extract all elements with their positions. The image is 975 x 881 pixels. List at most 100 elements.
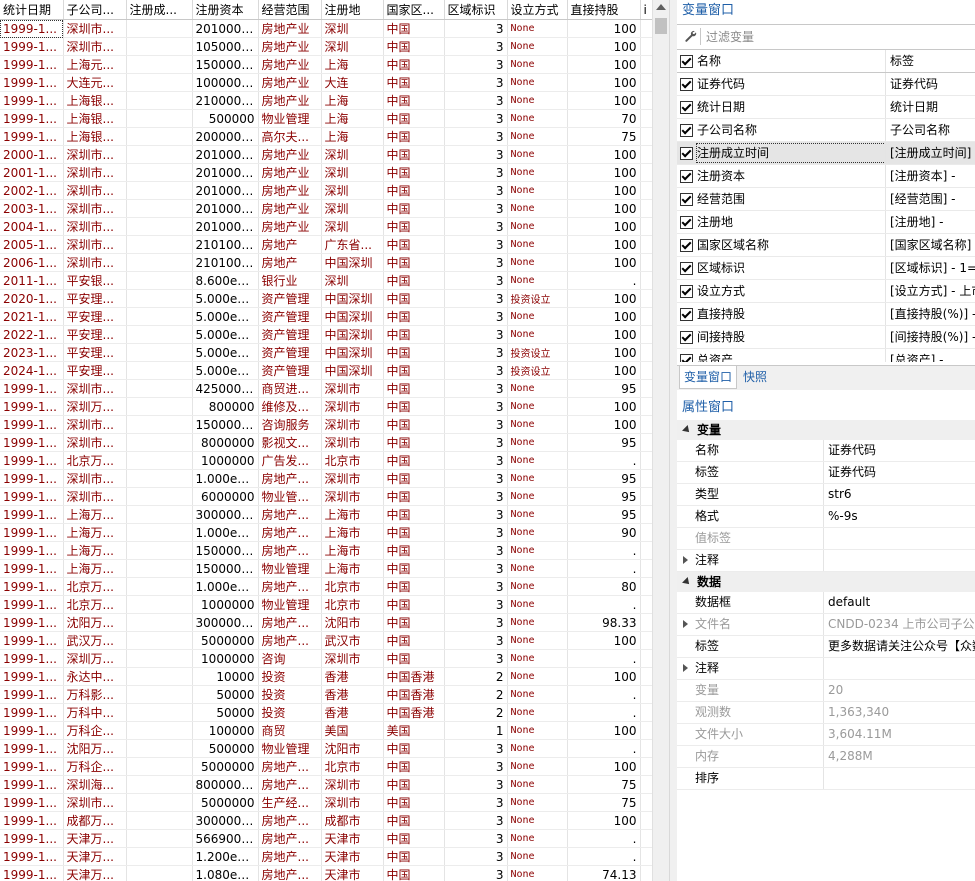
table-cell[interactable]: 中国深圳 (321, 325, 384, 344)
table-row[interactable]: 1999-1... 万科中... 50000 投资 香港 中国香港 2 None. (0, 703, 652, 722)
table-row[interactable]: 1999-1... 北京万... 1000000 广告发... 北京市 中国 3 None. (0, 451, 652, 470)
column-header[interactable]: 经营范围 (258, 0, 322, 20)
property-row[interactable]: 注释 (677, 658, 975, 680)
property-row[interactable]: 内存 4,288M (677, 746, 975, 768)
table-cell[interactable] (126, 379, 193, 398)
table-cell[interactable]: 房地产... (258, 505, 322, 524)
table-cell[interactable]: 上海银... (63, 109, 127, 128)
table-cell[interactable]: None (507, 73, 568, 92)
table-cell[interactable]: 中国香港 (383, 685, 445, 704)
table-cell[interactable] (126, 541, 193, 560)
table-cell[interactable]: 100 (567, 217, 641, 236)
table-cell[interactable] (126, 271, 193, 290)
table-cell[interactable]: 天津万... (63, 865, 127, 881)
table-cell[interactable]: 中国 (383, 505, 445, 524)
table-cell[interactable]: 房地产... (258, 757, 322, 776)
table-cell[interactable]: 深圳 (321, 181, 384, 200)
table-cell[interactable]: 3 (444, 631, 508, 650)
table-cell[interactable]: . (567, 829, 641, 848)
table-cell[interactable]: 100 (567, 667, 641, 686)
table-cell[interactable] (126, 649, 193, 668)
table-cell[interactable]: 上海 (321, 127, 384, 146)
table-cell[interactable]: 房地产... (258, 523, 322, 542)
table-cell[interactable]: 30000000 (192, 505, 259, 524)
table-cell[interactable]: 3 (444, 19, 508, 38)
table-cell[interactable] (126, 253, 193, 272)
property-value[interactable] (823, 550, 975, 571)
table-cell[interactable]: 生产经... (258, 793, 322, 812)
table-cell[interactable]: 3 (444, 415, 508, 434)
table-cell[interactable]: None (507, 487, 568, 506)
table-cell[interactable]: 3 (444, 379, 508, 398)
table-cell[interactable]: None (507, 145, 568, 164)
table-cell[interactable]: 1999-1... (0, 595, 64, 614)
table-cell[interactable]: None (507, 271, 568, 290)
table-cell[interactable]: 100 (567, 415, 641, 434)
table-cell[interactable]: 武汉万... (63, 631, 127, 650)
table-cell[interactable]: 100 (567, 307, 641, 326)
table-cell[interactable]: None (507, 649, 568, 668)
table-cell[interactable]: 成都市 (321, 811, 384, 830)
table-cell[interactable]: 万科影... (63, 685, 127, 704)
table-cell[interactable]: 中国 (383, 73, 445, 92)
scroll-thumb[interactable] (655, 18, 667, 34)
table-cell[interactable]: 中国深圳 (321, 289, 384, 308)
table-cell[interactable]: None (507, 775, 568, 794)
variable-checkbox[interactable] (680, 124, 693, 137)
table-cell[interactable]: 平安理... (63, 325, 127, 344)
table-cell[interactable]: 中国 (383, 451, 445, 470)
table-cell[interactable]: 北京万... (63, 595, 127, 614)
table-cell[interactable] (640, 685, 652, 704)
table-cell[interactable]: 2024-1... (0, 361, 64, 380)
table-cell[interactable] (126, 415, 193, 434)
table-cell[interactable]: 香港 (321, 667, 384, 686)
variable-checkbox[interactable] (680, 216, 693, 229)
table-cell[interactable]: 房地产... (258, 847, 322, 866)
table-cell[interactable]: 20100000 (192, 19, 259, 38)
property-value[interactable]: 3,604.11M (823, 724, 975, 745)
table-cell[interactable] (126, 811, 193, 830)
table-cell[interactable]: 中国 (383, 811, 445, 830)
table-cell[interactable]: 5000000 (192, 631, 259, 650)
table-cell[interactable]: 平安银... (63, 271, 127, 290)
table-cell[interactable]: 房地产业 (258, 217, 322, 236)
table-row[interactable]: 2021-1... 平安理... 5.000e+09 资产管理 中国深圳 中国 3 None 1… (0, 307, 652, 326)
table-cell[interactable]: None (507, 469, 568, 488)
table-cell[interactable] (640, 235, 652, 254)
section-data[interactable]: 数据 (677, 572, 975, 592)
table-cell[interactable]: None (507, 127, 568, 146)
table-cell[interactable]: 房地产业 (258, 91, 322, 110)
table-cell[interactable]: 1999-1... (0, 739, 64, 758)
table-cell[interactable] (640, 127, 652, 146)
table-cell[interactable]: None (507, 91, 568, 110)
table-cell[interactable]: 咨询 (258, 649, 322, 668)
table-row[interactable]: 2011-1... 平安银... 8.600e+09 银行业 深圳 中国 3 None. (0, 271, 652, 290)
table-cell[interactable]: 中国 (383, 631, 445, 650)
table-cell[interactable] (640, 721, 652, 740)
table-cell[interactable]: 万科中... (63, 703, 127, 722)
table-cell[interactable] (640, 865, 652, 881)
table-cell[interactable]: 1999-1... (0, 559, 64, 578)
variable-checkbox[interactable] (680, 262, 693, 275)
table-cell[interactable] (640, 793, 652, 812)
table-row[interactable]: 2022-1... 平安理... 5.000e+09 资产管理 中国深圳 中国 3 None 1… (0, 325, 652, 344)
table-cell[interactable]: 房地产... (258, 577, 322, 596)
table-cell[interactable]: 物业管理 (258, 739, 322, 758)
table-cell[interactable]: 1999-1... (0, 847, 64, 866)
table-row[interactable]: 2001-1... 深圳市... 20100000 房地产业 深圳 中国 3 None 100 (0, 163, 652, 182)
table-cell[interactable]: 100 (567, 181, 641, 200)
expand-arrow-icon[interactable] (683, 620, 688, 628)
table-cell[interactable] (640, 55, 652, 74)
variable-row[interactable]: 子公司名称 子公司名称 (677, 119, 975, 142)
table-cell[interactable]: 1.000e+08 (192, 577, 259, 596)
table-cell[interactable]: 6000000 (192, 487, 259, 506)
table-cell[interactable]: 3 (444, 613, 508, 632)
expand-arrow-icon[interactable] (683, 556, 688, 564)
table-cell[interactable]: 1999-1... (0, 775, 64, 794)
table-cell[interactable]: 中国 (383, 361, 445, 380)
table-cell[interactable] (640, 217, 652, 236)
table-cell[interactable]: 沈阳市 (321, 739, 384, 758)
table-cell[interactable] (640, 631, 652, 650)
table-cell[interactable]: 投资 (258, 667, 322, 686)
table-cell[interactable]: None (507, 451, 568, 470)
